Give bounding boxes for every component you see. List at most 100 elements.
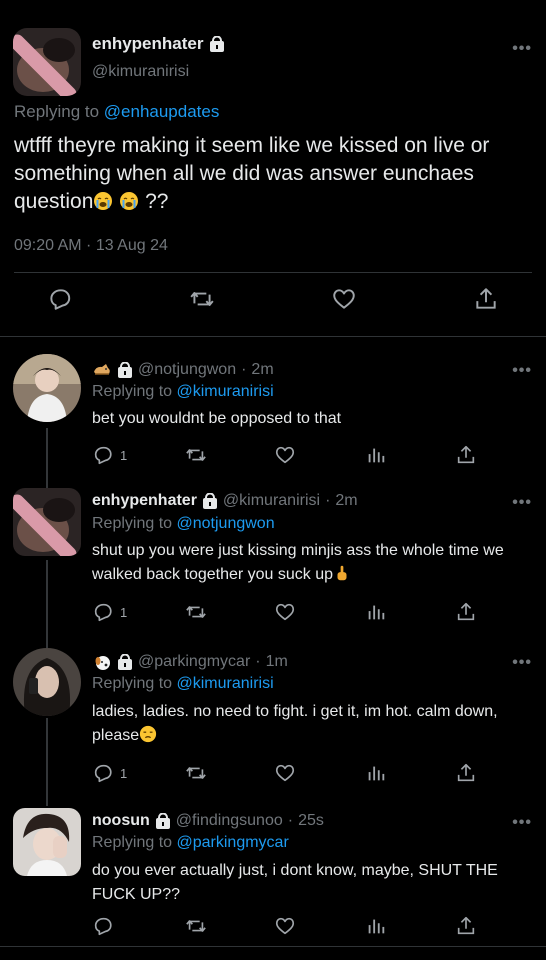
replying-to-link[interactable]: @parkingmycar [177,834,289,851]
reply-icon [92,601,114,623]
time[interactable]: 2m [251,361,273,379]
retweet-icon [184,915,208,937]
lock-icon [155,813,171,829]
handle[interactable]: @kimuranirisi [92,63,189,81]
replying-to-link[interactable]: @kimuranirisi [177,675,274,692]
divider [14,272,532,273]
reply-icon [92,915,114,937]
handle[interactable]: @parkingmycar [138,653,250,671]
reply-tweet: @parkingmycar · 1m ••• Replying to @kimu… [0,646,546,796]
reply-icon [92,762,114,784]
analytics-icon [365,915,387,937]
like-button[interactable] [274,762,296,784]
like-button[interactable] [274,915,296,937]
main-tweet: enhypenhater @kimuranirisi ••• Replying … [0,0,546,337]
retweet-button[interactable] [184,444,208,466]
replying-to-link[interactable]: @notjungwon [177,515,275,532]
views-button[interactable] [365,444,387,466]
retweet-button[interactable] [184,762,208,784]
reply-actions: 1 [92,444,532,468]
reply-button[interactable]: 1 [92,444,127,466]
handle[interactable]: @kimuranirisi [223,492,320,510]
share-icon [455,444,477,466]
cat-emoji-icon [92,360,112,380]
reply-count: 1 [120,765,128,781]
lock-icon [202,493,218,509]
divider [0,946,546,947]
reply-text-body: shut up you were just kissing minjis ass… [92,542,504,583]
reply-icon [92,444,114,466]
replying-to: Replying to @kimuranirisi [92,383,274,401]
like-button[interactable] [331,286,357,312]
handle[interactable]: @notjungwon [138,361,236,379]
display-name-text[interactable]: enhypenhater [92,34,203,54]
more-options-icon[interactable]: ••• [512,494,532,512]
replying-prefix: Replying to [92,834,177,851]
replying-prefix: Replying to [92,515,177,532]
reply-count: 1 [120,604,128,620]
reply-tweet: noosun @findingsunoo · 25s ••• Replying … [0,806,546,946]
pointing-up-emoji-icon [333,564,351,582]
like-button[interactable] [274,444,296,466]
avatar[interactable] [13,28,81,96]
more-options-icon[interactable]: ••• [512,40,532,58]
more-options-icon[interactable]: ••• [512,814,532,832]
separator: · [325,492,331,509]
share-button[interactable] [455,601,477,623]
like-icon [274,762,296,784]
separator: · [255,653,261,670]
time[interactable]: 2m [335,492,357,510]
retweet-button[interactable] [188,286,216,312]
replying-to-link[interactable]: @enhaupdates [104,102,220,121]
display-name[interactable]: enhypenhater [92,34,225,54]
handle[interactable]: @findingsunoo [176,812,283,830]
replying-to-link[interactable]: @kimuranirisi [177,383,274,400]
tweet-text-body: wtfff theyre making it seem like we kiss… [14,134,490,213]
analytics-icon [365,601,387,623]
like-icon [331,286,357,312]
share-icon [455,762,477,784]
views-button[interactable] [365,601,387,623]
replying-to: Replying to @notjungwon [92,515,275,533]
reply-tweet: @notjungwon · 2m ••• Replying to @kimura… [0,352,546,472]
share-icon [473,286,499,312]
avatar[interactable] [13,808,81,876]
reply-actions: 1 [92,762,532,786]
time[interactable]: 25s [298,812,324,830]
persevering-face-emoji-icon [139,725,157,743]
display-name[interactable]: noosun [92,812,150,830]
loudly-crying-emoji-icon [119,191,139,211]
avatar[interactable] [13,488,81,556]
reply-button[interactable] [92,915,120,937]
share-button[interactable] [455,915,477,937]
reply-button[interactable] [47,286,73,312]
more-options-icon[interactable]: ••• [512,654,532,672]
timestamp[interactable]: 09:20 AM · 13 Aug 24 [14,237,168,255]
avatar[interactable] [13,354,81,422]
reply-header: noosun @findingsunoo · 25s [92,812,324,830]
reply-header: @parkingmycar · 1m [92,652,288,672]
like-button[interactable] [274,601,296,623]
reply-button[interactable]: 1 [92,762,127,784]
separator: · [241,361,247,378]
more-options-icon[interactable]: ••• [512,362,532,380]
like-icon [274,915,296,937]
share-button[interactable] [455,444,477,466]
views-button[interactable] [365,915,387,937]
retweet-button[interactable] [184,915,208,937]
share-button[interactable] [473,286,499,312]
replying-prefix: Replying to [92,383,177,400]
reply-text: ladies, ladies. no need to fight. i get … [92,700,532,748]
share-button[interactable] [455,762,477,784]
separator: · [287,812,294,829]
reply-header: enhypenhater @kimuranirisi · 2m [92,492,358,510]
display-name[interactable]: enhypenhater [92,492,197,510]
retweet-icon [188,286,216,312]
time[interactable]: 1m [266,653,288,671]
retweet-button[interactable] [184,601,208,623]
analytics-icon [365,444,387,466]
views-button[interactable] [365,762,387,784]
avatar[interactable] [13,648,81,716]
reply-tweet: enhypenhater @kimuranirisi · 2m ••• Repl… [0,488,546,638]
reply-button[interactable]: 1 [92,601,127,623]
